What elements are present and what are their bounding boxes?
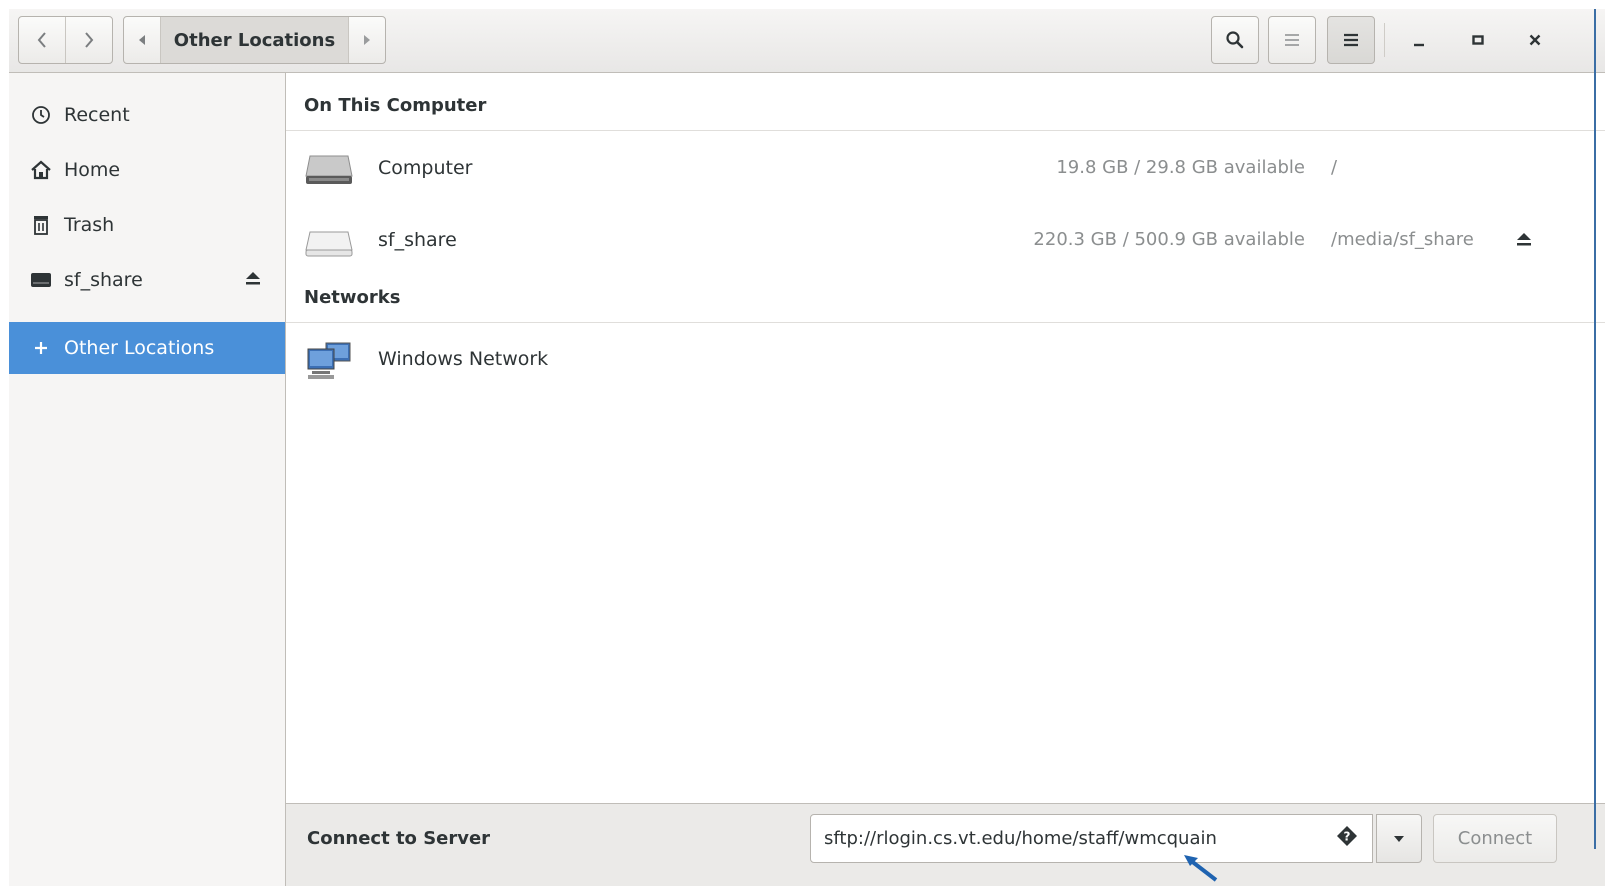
sidebar: Recent Home Trash sf_share Other Locatio… [9,73,286,886]
sidebar-item-home[interactable]: Home [9,144,285,196]
home-icon [29,158,53,182]
search-button[interactable] [1211,16,1259,64]
back-button[interactable] [19,17,65,63]
server-history-dropdown[interactable] [1376,814,1422,863]
connect-to-server-bar: Connect to Server ? Connect [286,803,1605,886]
sidebar-item-sf-share[interactable]: sf_share [9,254,285,306]
drive-icon [304,222,354,260]
clock-icon [29,103,53,127]
section-title-networks: Networks [304,287,401,308]
sidebar-item-label: Home [64,159,121,181]
locations-list: On This Computer Computer 19.8 GB / 29.8… [286,73,1605,803]
section-title-on-this-computer: On This Computer [304,95,487,116]
annotation-arrow-icon [1184,855,1218,882]
section-divider [286,322,1605,323]
location-path: /media/sf_share [1331,229,1474,250]
sidebar-item-label: Other Locations [64,337,215,359]
window-edge [1594,9,1596,849]
location-row-computer[interactable]: Computer 19.8 GB / 29.8 GB available / [286,138,1605,200]
sidebar-item-label: sf_share [64,269,143,291]
location-name: Computer [378,157,473,179]
sidebar-item-recent[interactable]: Recent [9,89,285,141]
path-next-button[interactable] [349,17,385,63]
eject-icon[interactable] [243,269,263,292]
plus-icon [29,336,53,360]
minimize-icon [1414,43,1424,47]
dropdown-arrow-icon [1394,835,1404,842]
triangle-right-icon [364,35,370,45]
minimize-button[interactable] [1397,16,1441,64]
sidebar-item-label: Trash [64,214,115,236]
chevron-left-icon [37,32,46,48]
triangle-left-icon [139,35,145,45]
location-name: Windows Network [378,348,549,370]
forward-button[interactable] [65,17,112,63]
server-address-input[interactable] [810,814,1373,863]
header-separator [1384,23,1385,57]
hamburger-menu-icon [1344,33,1358,47]
path-current-location[interactable]: Other Locations [160,17,349,63]
location-name: sf_share [378,229,457,251]
network-computers-icon [304,341,354,379]
location-row-windows-network[interactable]: Windows Network [286,329,1605,391]
section-divider [286,130,1605,131]
path-bar: Other Locations [123,16,386,64]
drive-icon [29,268,53,292]
maximize-icon [1472,35,1484,45]
file-manager-window: Other Locations Recent Home Trash sf_sha… [9,9,1605,886]
sidebar-item-label: Recent [64,104,130,126]
menu-button[interactable] [1327,16,1375,64]
sidebar-item-trash[interactable]: Trash [9,199,285,251]
eject-icon[interactable] [1514,230,1534,253]
connect-button[interactable]: Connect [1433,814,1557,863]
sidebar-item-other-locations[interactable]: Other Locations [9,322,285,374]
chevron-right-icon [85,32,94,48]
connect-to-server-label: Connect to Server [307,828,491,849]
location-available: 220.3 GB / 500.9 GB available [1033,229,1305,250]
header-bar: Other Locations [9,9,1605,73]
svg-text:?: ? [1344,830,1351,844]
hard-drive-icon [304,150,354,188]
list-view-icon [1285,34,1299,46]
help-diamond-icon[interactable]: ? [1336,825,1358,852]
maximize-button[interactable] [1456,16,1500,64]
location-available: 19.8 GB / 29.8 GB available [1056,157,1305,178]
navigation-buttons [18,16,113,64]
close-icon [1529,34,1541,46]
location-row-sf-share[interactable]: sf_share 220.3 GB / 500.9 GB available /… [286,210,1605,272]
close-button[interactable] [1513,16,1557,64]
trash-icon [29,213,53,237]
location-path: / [1331,157,1338,178]
search-icon [1226,31,1244,49]
path-prev-button[interactable] [124,17,160,63]
list-view-button[interactable] [1268,16,1316,64]
